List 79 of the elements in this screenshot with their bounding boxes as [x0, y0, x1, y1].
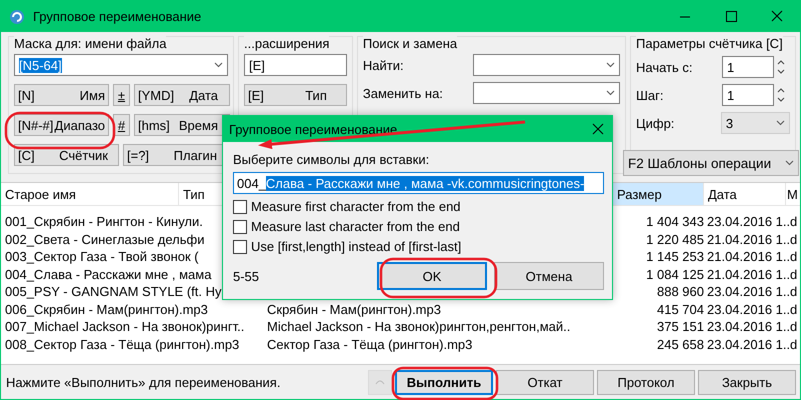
templates-combobox[interactable]: F2 Шаблоны операции: [623, 150, 799, 176]
table-cell-text: 23.04.2016 1..: [706, 336, 790, 352]
dialog-button[interactable]: OK: [377, 262, 487, 290]
table-cell-text: 23.04.2016 1..: [706, 302, 790, 317]
step-field[interactable]: 1: [722, 84, 774, 106]
column-header[interactable]: Старое имя: [1, 183, 179, 205]
close-button[interactable]: [592, 123, 604, 135]
table-cell-text: 001_Скрябин - Рингтон - Кинули.: [4, 214, 203, 230]
table-cell-text: 008_Сектор Газа - Тёща (рингтон).mp3: [4, 336, 240, 352]
checkbox-label: Use [first,length] instead of [first-last]: [251, 239, 462, 254]
table-cell-text: 007_Michael Jackson - На звонок)рингт..: [4, 319, 244, 334]
table-cell-text: Michael Jackson - На звонок)рингтон,ренгтон,май..: [266, 319, 570, 334]
dropdown-chevron-icon: [785, 160, 794, 166]
table-cell-text: Сектор Газа - Тёща (рингтон).mp3: [266, 336, 472, 352]
table-cell: 888 960: [657, 284, 704, 300]
field-label: Начать с:: [636, 60, 694, 74]
field-label: Шаг:: [636, 88, 664, 102]
dialog-button[interactable]: Отмена: [494, 262, 604, 290]
status-text: Нажмите «Выполнить» для переименования.: [6, 374, 282, 390]
find-label: Найти:: [362, 58, 405, 72]
table-cell-text: 21.04.2016 1..: [706, 232, 790, 247]
replace-combobox[interactable]: [472, 82, 620, 104]
table-cell-text: 21.04.2016 1..: [706, 266, 790, 282]
table-cell-text: Скрябин - Мам(рингтон).mp3: [266, 302, 441, 317]
table-cell: 1 220 485: [646, 232, 704, 247]
column-header[interactable]: Дата: [704, 183, 786, 205]
column-header[interactable]: Размер: [613, 183, 704, 205]
table-cell: 415 704: [657, 302, 704, 317]
checkbox[interactable]: [233, 240, 247, 254]
insert-button[interactable]: [N] Имя: [14, 84, 109, 106]
range-text: 5-55: [233, 268, 260, 284]
table-cell: 1 084 125: [646, 266, 704, 282]
action-button[interactable]: Откат: [496, 370, 594, 394]
table-cell-text: 23.04.2016 1..: [706, 319, 790, 334]
table-cell-text: 23.04.2016 1..: [706, 214, 790, 230]
checkbox[interactable]: [233, 200, 247, 214]
action-button[interactable]: Протокол: [597, 370, 695, 394]
group-title: Маска для: имени файла: [14, 36, 166, 51]
action-button[interactable]: Выполнить: [395, 370, 493, 394]
app-icon: [9, 8, 25, 24]
group-title: Параметры счётчика [C]: [636, 36, 783, 51]
table-cell-text: 23.04.2016 1..: [706, 284, 790, 300]
table-cell-text: 21.04.2016 1..: [706, 249, 790, 264]
table-cell: 245 658: [657, 336, 704, 352]
table-cell: 1 404 343: [646, 214, 704, 230]
insert-button[interactable]: [N#-#]Диапазо: [14, 114, 109, 136]
window-title: Групповое переименование: [33, 9, 202, 24]
dropdown-chevron-icon: [606, 90, 615, 96]
insert-button[interactable]: [E] Тип: [244, 84, 347, 106]
extension-field[interactable]: [E]: [244, 54, 347, 76]
dropdown-chevron-icon: [606, 62, 615, 68]
table-cell-text: 006_Скрябин - Мам(рингтон).mp3: [4, 302, 208, 317]
group-title: Поиск и замена: [362, 36, 458, 51]
start-field[interactable]: 1: [722, 56, 774, 78]
digits-combobox[interactable]: 3: [720, 112, 790, 134]
checkbox-label: Measure last character from the end: [251, 219, 460, 234]
table-cell-text: 002_Света - Синеглазые дельфи: [4, 232, 204, 247]
checkbox[interactable]: [233, 220, 247, 234]
insert-button[interactable]: [YMD] Дата: [134, 84, 230, 106]
column-header[interactable]: М: [786, 183, 800, 205]
table-cell-text: 003_Сектор Газа - Твой звонок (: [4, 249, 199, 264]
prompt-text: Выберите символы для вставки:: [233, 152, 430, 167]
replace-label: Заменить на:: [362, 86, 444, 100]
table-cell: 375 151: [657, 319, 704, 334]
find-combobox[interactable]: [472, 54, 620, 76]
text-input[interactable]: 004_Слава - Расскажи мне , мама -vk.commusicringtones-: [233, 172, 604, 194]
insert-button[interactable]: ±: [113, 84, 130, 106]
table-cell-text: 004_Слава - Расскажи мне , мама: [4, 266, 212, 282]
table-cell-text: 005_PSY - GANGNAM STYLE (ft. Hy: [4, 284, 222, 300]
table-cell: 1 145 253: [646, 249, 704, 264]
mask-combobox[interactable]: [N5-64]: [14, 54, 228, 76]
dropdown-chevron-icon: [776, 120, 785, 126]
insert-button[interactable]: [hms] Время: [134, 114, 230, 136]
group-title: ...расширения: [244, 36, 330, 51]
insert-button[interactable]: #: [113, 114, 130, 136]
field-label: Цифр:: [636, 116, 676, 130]
dropdown-chevron-icon: [214, 62, 223, 68]
action-button[interactable]: Закрыть: [698, 370, 796, 394]
dialog-title: Групповое переименование: [229, 122, 398, 136]
